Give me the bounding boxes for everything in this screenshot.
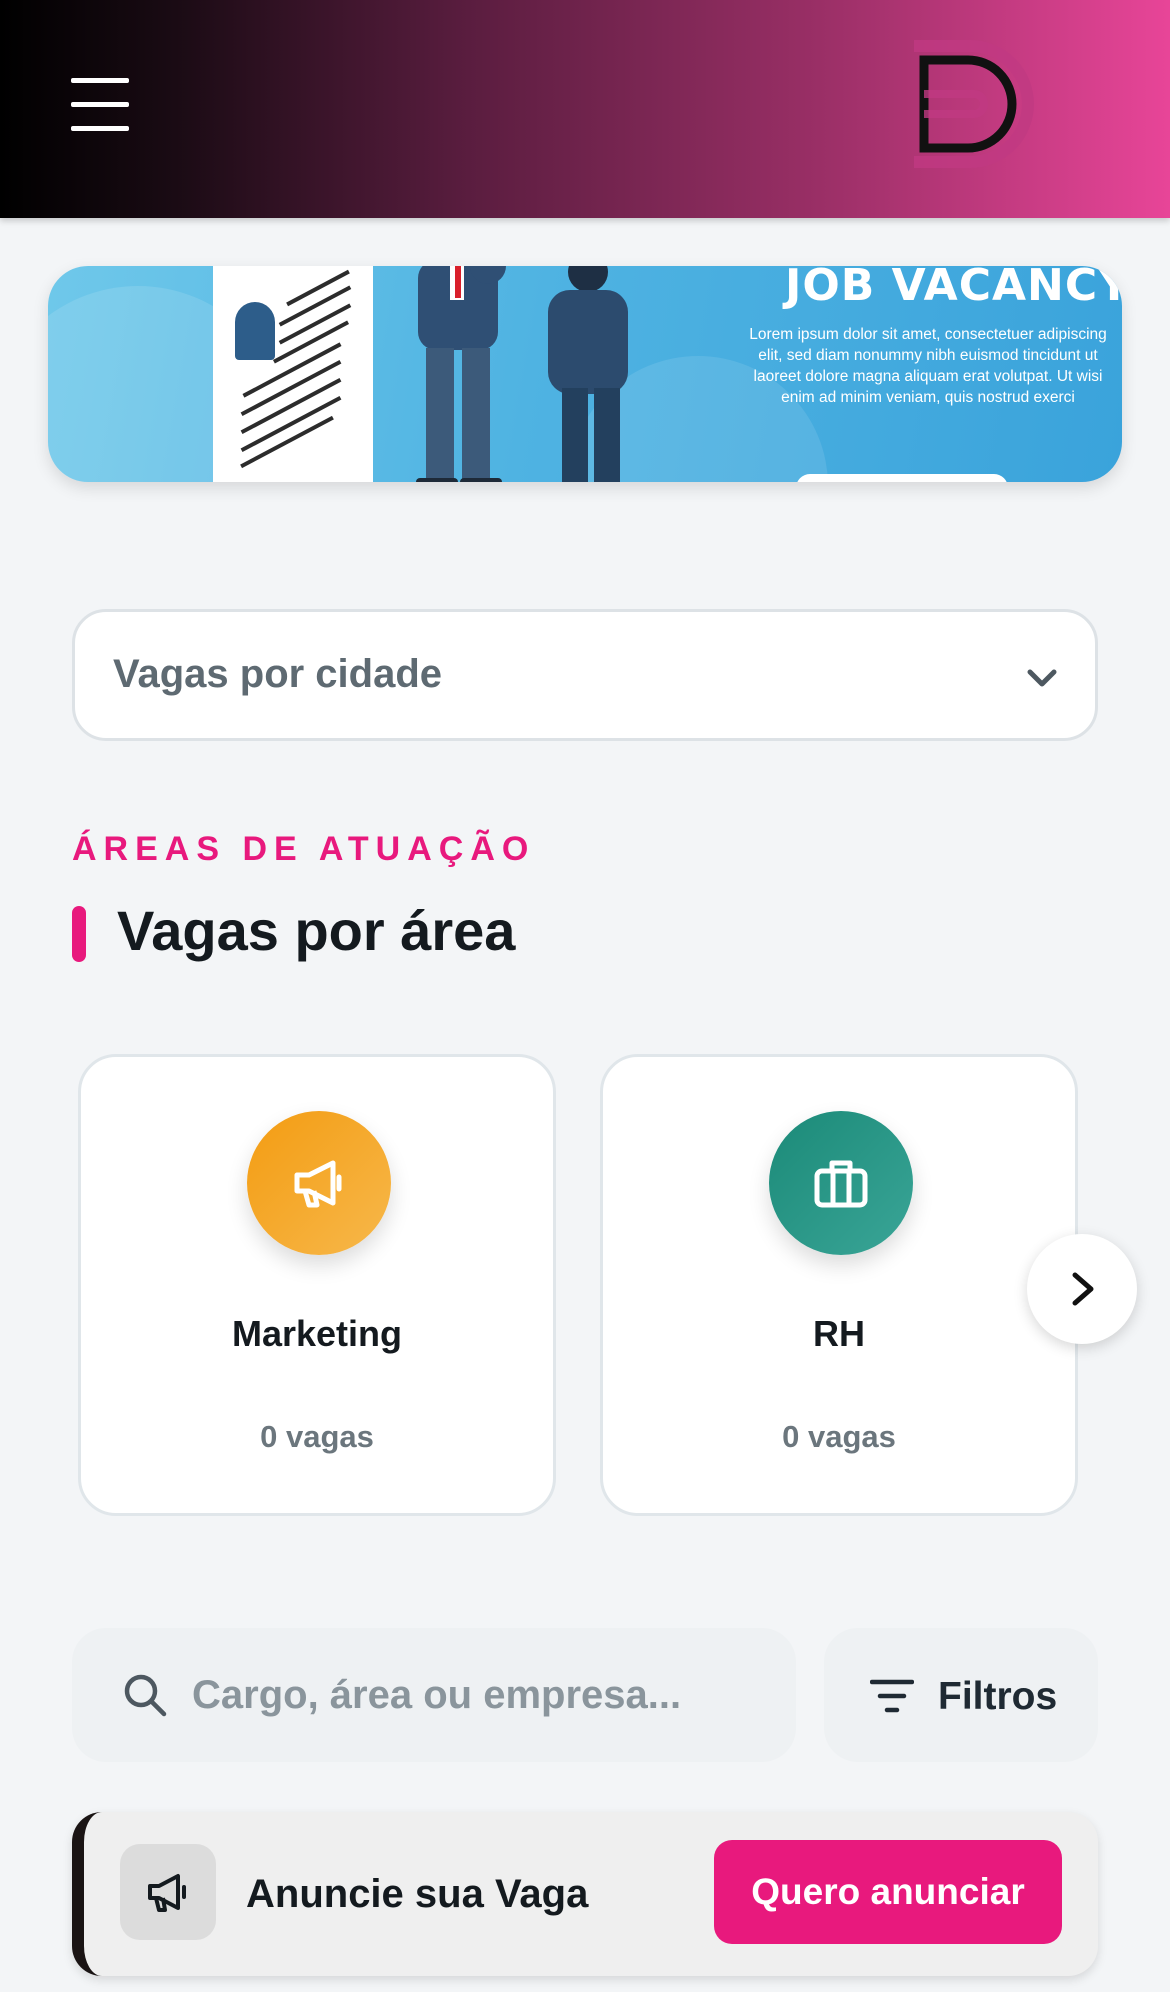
section-title: Vagas por área xyxy=(117,899,516,962)
job-vacancy-banner[interactable]: JOB VACANCY Lorem ipsum dolor sit amet, … xyxy=(48,266,1122,482)
quero-anunciar-button[interactable]: Quero anunciar xyxy=(714,1840,1062,1944)
title-accent-bar xyxy=(72,906,86,962)
search-placeholder: Cargo, área ou empresa... xyxy=(192,1673,682,1717)
filter-icon xyxy=(870,1679,914,1713)
announce-label: Anuncie sua Vaga xyxy=(246,1872,589,1916)
filters-button[interactable]: Filtros xyxy=(824,1628,1098,1762)
section-eyebrow: ÁREAS DE ATUAÇÃO xyxy=(72,830,536,868)
hamburger-menu-icon[interactable] xyxy=(66,72,132,136)
filters-label: Filtros xyxy=(938,1675,1058,1718)
area-card-rh[interactable]: RH 0 vagas xyxy=(600,1054,1078,1516)
search-input[interactable]: Cargo, área ou empresa... xyxy=(72,1628,796,1762)
search-icon xyxy=(124,1674,167,1717)
area-card-name: Marketing xyxy=(231,1313,403,1354)
city-select[interactable]: Vagas por cidade xyxy=(72,609,1098,741)
area-card-count: 0 vagas xyxy=(260,1419,374,1454)
app-header xyxy=(0,0,1170,218)
area-card-name: RH xyxy=(813,1313,865,1354)
document-illustration xyxy=(213,266,373,482)
area-card-count: 0 vagas xyxy=(782,1419,896,1454)
banner-button[interactable] xyxy=(796,474,1008,482)
chevron-right-icon xyxy=(1072,1272,1094,1306)
banner-body-text: Lorem ipsum dolor sit amet, consectetuer… xyxy=(749,326,1107,406)
area-card-marketing[interactable]: Marketing 0 vagas xyxy=(78,1054,556,1516)
city-select-value: Vagas por cidade xyxy=(113,652,443,696)
brand-d-logo-icon[interactable] xyxy=(900,38,1040,178)
businessmen-illustration xyxy=(416,266,628,482)
megaphone-icon xyxy=(247,1111,391,1255)
briefcase-icon xyxy=(769,1111,913,1255)
carousel-next-button[interactable] xyxy=(1027,1234,1137,1344)
announce-job-bar: Anuncie sua Vaga Quero anunciar xyxy=(72,1812,1098,1976)
chevron-down-icon xyxy=(1027,669,1057,687)
banner-heading: JOB VACANCY xyxy=(784,266,1122,311)
megaphone-icon xyxy=(120,1844,216,1940)
